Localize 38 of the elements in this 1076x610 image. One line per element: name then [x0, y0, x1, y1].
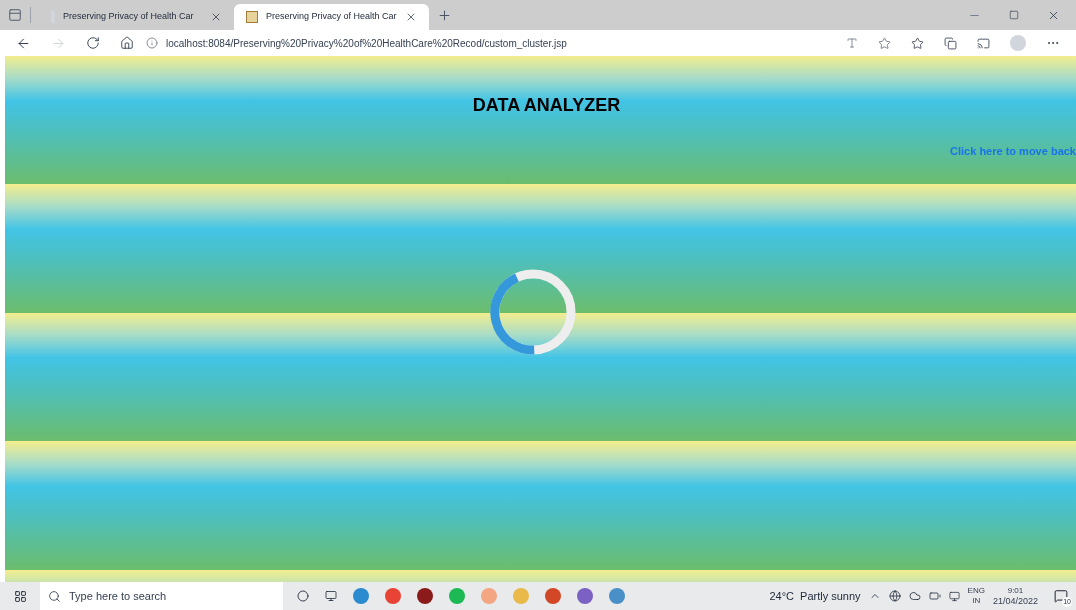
new-tab-icon[interactable]: [437, 7, 452, 23]
close-icon[interactable]: [210, 11, 222, 23]
refresh-icon[interactable]: [86, 36, 100, 50]
app-icon[interactable]: [577, 588, 593, 604]
read-aloud-icon[interactable]: [846, 37, 858, 49]
close-icon[interactable]: [405, 11, 417, 23]
restore-icon[interactable]: [1009, 10, 1019, 20]
network-icon[interactable]: [888, 590, 901, 602]
home-icon[interactable]: [120, 36, 134, 50]
weather-widget[interactable]: 24°C Partly sunny: [769, 587, 861, 605]
back-icon[interactable]: [16, 35, 31, 51]
address-bar[interactable]: localhost:8084/Preserving%20Privacy%20of%20HealthCare%20Recod/custom_cluster.jsp: [146, 31, 858, 55]
tab-title: Preserving Privacy of Health Car: [63, 10, 195, 24]
battery-icon[interactable]: [928, 590, 941, 602]
cloud-icon[interactable]: [908, 590, 921, 602]
clock-date[interactable]: 21/04/2022: [992, 596, 1038, 607]
app-icon[interactable]: [545, 588, 561, 604]
page-heading: DATA ANALYZER: [472, 94, 621, 117]
app-icon[interactable]: [385, 588, 401, 604]
browser-tab[interactable]: Preserving Privacy of Health Car: [234, 4, 429, 30]
region-label[interactable]: IN: [972, 596, 981, 606]
language-label[interactable]: ENG: [967, 586, 985, 596]
clock-time[interactable]: 9:01: [1007, 585, 1024, 596]
screen-cast-icon[interactable]: [977, 36, 990, 50]
taskbar-search-field[interactable]: Type here to search: [40, 582, 283, 610]
windows-start-icon[interactable]: [13, 589, 27, 603]
favorites-icon[interactable]: [911, 36, 924, 50]
collections-icon[interactable]: [944, 36, 957, 50]
loading-spinner-icon: [488, 267, 577, 356]
cortana-icon[interactable]: [297, 590, 309, 602]
search-icon: [48, 589, 61, 603]
tab-title: Preserving Privacy of Health Car: [266, 10, 397, 24]
task-view-icon[interactable]: [325, 590, 337, 602]
device-icon[interactable]: [948, 590, 960, 602]
add-favorite-icon[interactable]: [878, 36, 891, 50]
app-icon[interactable]: [417, 588, 433, 604]
tab-actions-icon[interactable]: [8, 8, 22, 22]
info-icon: [146, 37, 158, 49]
